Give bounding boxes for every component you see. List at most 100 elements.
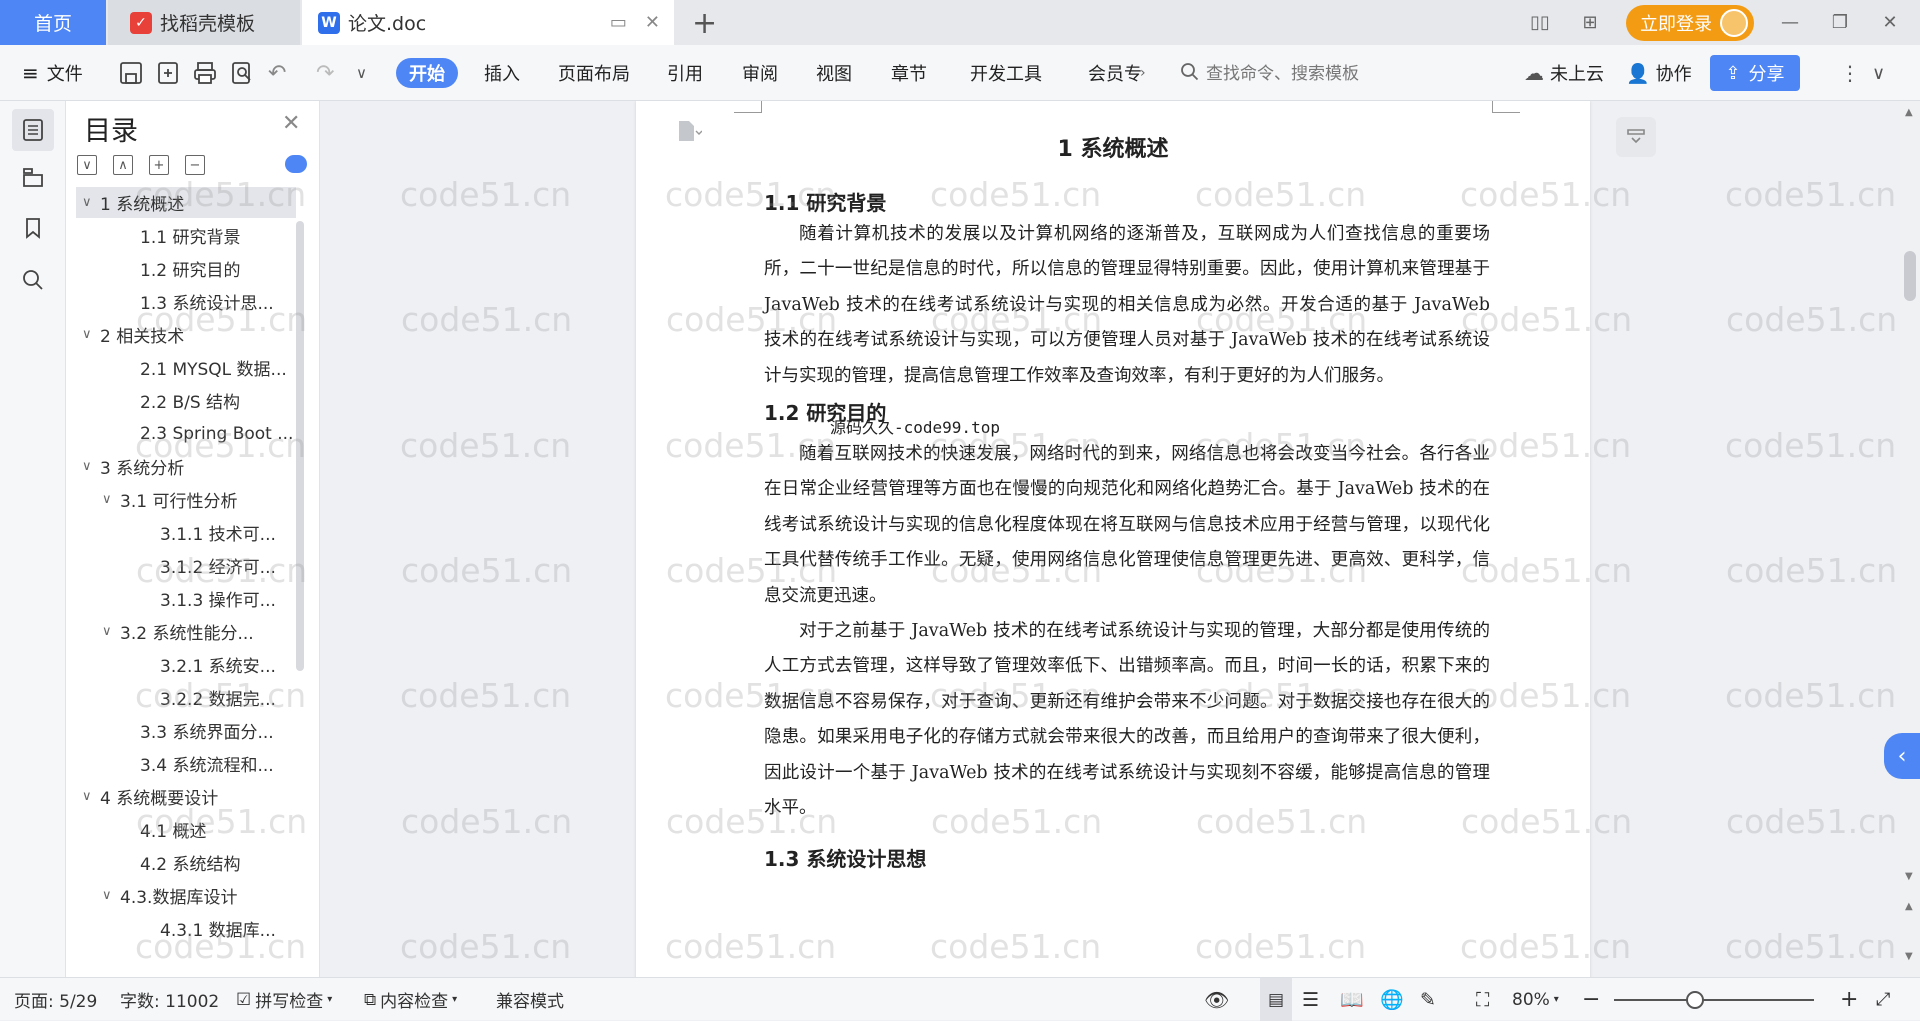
toc-item[interactable]: 2.2 B/S 结构 (76, 385, 296, 416)
find-icon[interactable] (12, 259, 54, 301)
login-button[interactable]: 立即登录 (1626, 4, 1754, 41)
filter-icon[interactable] (1616, 117, 1656, 157)
word-count[interactable]: 字数: 11002 (120, 978, 219, 1021)
minimize-icon[interactable]: — (1776, 12, 1804, 33)
undo-icon[interactable]: ↶ (268, 45, 286, 101)
collapse-ribbon-icon[interactable]: ∨ (1872, 45, 1885, 101)
ribbon-tab-insert[interactable]: 插入 (484, 45, 520, 101)
chapter-nav-icon[interactable] (12, 156, 54, 198)
ribbon-tab-start[interactable]: 开始 (396, 58, 458, 88)
tab-document[interactable]: W 论文.doc ▭ ✕ (302, 0, 674, 45)
expand-all-icon[interactable]: ∨ (77, 155, 97, 175)
bookmark-icon[interactable] (12, 207, 54, 249)
toc-item[interactable]: ∨ 3.1 可行性分析 (76, 484, 296, 515)
fit-page-icon[interactable]: ⛶ (1476, 978, 1489, 1021)
toc-item[interactable]: 4.2 系统结构 (76, 847, 296, 878)
chevron-down-icon[interactable]: ∨ (82, 789, 100, 804)
ribbon-tab-review[interactable]: 审阅 (742, 45, 778, 101)
toc-item[interactable]: 1.2 研究目的 (76, 253, 296, 284)
close-tab-icon[interactable]: ✕ (645, 12, 660, 33)
toc-item[interactable]: 4.1 概述 (76, 814, 296, 845)
tab-home[interactable]: 首页 (0, 0, 106, 45)
toc-item[interactable]: ∨ 3 系统分析 (76, 451, 296, 482)
tab-template[interactable]: ✓ 找稻壳模板 (108, 0, 300, 45)
collapse-all-icon[interactable]: ∧ (113, 155, 133, 175)
toc-item[interactable]: 2.1 MYSQL 数据... (76, 352, 296, 383)
fullscreen-icon[interactable]: ⤢ (1876, 978, 1890, 1021)
toc-item[interactable]: 3.1.3 操作可... (76, 583, 296, 614)
close-icon[interactable]: ✕ (282, 111, 300, 136)
toc-item[interactable]: ∨ 3.2 系统性能分... (76, 616, 296, 647)
close-window-icon[interactable]: ✕ (1876, 12, 1904, 33)
toc-item[interactable]: 3.1.2 经济可... (76, 550, 296, 581)
toc-item[interactable]: 3.2.2 数据完... (76, 682, 296, 713)
scroll-up-icon[interactable]: ▲ (1905, 107, 1913, 118)
grid-apps-icon[interactable]: ⊞ (1576, 12, 1604, 33)
reading-view-icon[interactable]: 📖 (1340, 978, 1364, 1021)
zoom-slider-handle[interactable] (1686, 991, 1704, 1009)
toc-item[interactable]: ∨ 1 系统概述 (76, 187, 296, 218)
side-panel-toggle[interactable]: ‹ (1884, 733, 1920, 779)
more-quick-icon[interactable]: ∨ (356, 45, 367, 101)
ribbon-tab-developer[interactable]: 开发工具 (970, 45, 1042, 101)
share-button[interactable]: ⇪ 分享 (1710, 55, 1800, 91)
toc-item[interactable]: 1.1 研究背景 (76, 220, 296, 251)
restore-icon[interactable]: ❐ (1826, 12, 1854, 33)
content-check-button[interactable]: ⧉ 内容检查 ▾ (364, 978, 457, 1021)
spell-check-button[interactable]: ☑ 拼写检查 ▾ (236, 978, 332, 1021)
document-page[interactable]: 1 系统概述 1.1 研究背景 随着计算机技术的发展以及计算机网络的逐渐普及，互… (636, 101, 1590, 977)
ribbon-tab-references[interactable]: 引用 (667, 45, 703, 101)
chevron-right-icon[interactable]: › (1140, 45, 1146, 101)
zoom-level[interactable]: 80% ▾ (1512, 978, 1559, 1021)
redo-icon[interactable]: ↷ (316, 45, 334, 101)
save-icon[interactable] (118, 60, 144, 86)
toc-item[interactable]: 4.3.1 数据库... (76, 913, 296, 944)
web-view-icon[interactable]: 🌐 (1380, 978, 1404, 1021)
reading-layout-icon[interactable]: ▯▯ (1526, 12, 1554, 33)
toc-item[interactable]: ∨ 4 系统概要设计 (76, 781, 296, 812)
outline-view-icon[interactable]: ☰ (1302, 978, 1319, 1021)
chevron-down-icon[interactable]: ∨ (82, 327, 100, 342)
vertical-scrollbar[interactable]: ▲ ▼ ▲ ▼ (1900, 101, 1920, 977)
float-window-icon[interactable]: ▭ (610, 12, 627, 33)
toc-item[interactable]: ∨ 4.3.数据库设计 (76, 880, 296, 911)
ribbon-tab-layout[interactable]: 页面布局 (558, 45, 630, 101)
toc-item[interactable]: 3.1.1 技术可... (76, 517, 296, 548)
page-view-icon[interactable]: ▤ (1260, 978, 1292, 1021)
toc-item[interactable]: 3.2.1 系统安... (76, 649, 296, 680)
toc-nav-icon[interactable] (12, 109, 54, 151)
cloud-status[interactable]: ☁ 未上云 (1524, 45, 1604, 101)
zoom-slider[interactable] (1614, 999, 1814, 1001)
add-heading-icon[interactable]: + (149, 155, 169, 175)
print-preview-icon[interactable] (229, 60, 255, 86)
file-menu[interactable]: ≡ 文件 (22, 45, 83, 101)
scroll-down-icon[interactable]: ▼ (1905, 871, 1913, 882)
chevron-down-icon[interactable]: ∨ (102, 888, 120, 903)
eye-protection-icon[interactable]: 👁 (1204, 978, 1229, 1021)
command-search[interactable]: 查找命令、搜索模板 (1180, 59, 1359, 84)
toc-item[interactable]: 3.4 系统流程和... (76, 748, 296, 779)
zoom-in-icon[interactable]: + (1840, 978, 1858, 1021)
more-options-icon[interactable]: ⋮ (1840, 45, 1860, 101)
ribbon-tab-chapter[interactable]: 章节 (891, 45, 927, 101)
next-page-icon[interactable]: ▼ (1905, 951, 1913, 962)
toc-item[interactable]: 3.3 系统界面分... (76, 715, 296, 746)
remove-heading-icon[interactable]: − (185, 155, 205, 175)
new-tab-button[interactable]: + (692, 6, 717, 41)
chevron-down-icon[interactable]: ∨ (102, 492, 120, 507)
collaborate-button[interactable]: 👤 协作 (1626, 45, 1692, 101)
toc-item[interactable]: 1.3 系统设计思... (76, 286, 296, 317)
prev-page-icon[interactable]: ▲ (1905, 901, 1913, 912)
chevron-down-icon[interactable]: ∨ (82, 459, 100, 474)
print-icon[interactable] (192, 60, 218, 86)
export-pdf-icon[interactable] (155, 60, 181, 86)
ribbon-tab-member[interactable]: 会员专 (1088, 45, 1142, 101)
scroll-thumb[interactable] (1904, 251, 1916, 301)
write-mode-icon[interactable]: ✎ (1420, 978, 1436, 1021)
ribbon-tab-view[interactable]: 视图 (816, 45, 852, 101)
toc-scrollbar[interactable] (296, 221, 304, 671)
zoom-out-icon[interactable]: − (1582, 978, 1600, 1021)
toc-smart-icon[interactable] (285, 155, 307, 173)
toc-item[interactable]: 2.3 Spring Boot ... (76, 418, 296, 449)
chevron-down-icon[interactable]: ∨ (102, 624, 120, 639)
